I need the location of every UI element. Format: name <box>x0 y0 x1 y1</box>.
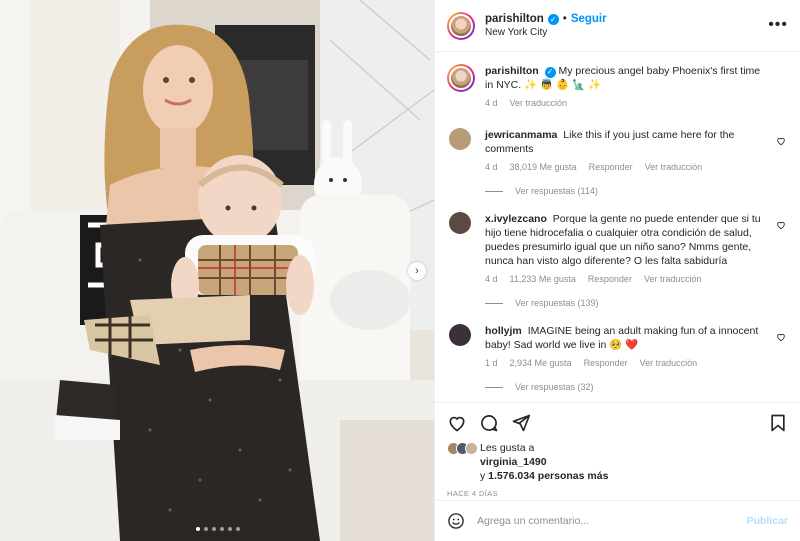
reply-button[interactable]: Responder <box>588 274 632 284</box>
view-replies-button[interactable]: Ver respuestas (32) <box>485 382 788 392</box>
caption-time: 4 d <box>485 98 498 108</box>
translate-link[interactable]: Ver traducción <box>640 358 698 368</box>
verified-badge-icon: ✓ <box>544 66 556 78</box>
likes-count[interactable]: 1.576.034 personas más <box>488 470 608 482</box>
likers-avatars[interactable] <box>447 442 478 455</box>
caption-username[interactable]: parishilton <box>485 65 539 77</box>
liker-username[interactable]: virginia_1490 <box>480 456 547 468</box>
view-replies-button[interactable]: Ver respuestas (139) <box>485 298 788 308</box>
like-heart-icon[interactable] <box>447 413 467 433</box>
carousel-indicator <box>196 527 240 531</box>
translate-link[interactable]: Ver traducción <box>644 274 702 284</box>
comment-text: IMAGINE being an adult making fun of a i… <box>485 325 759 351</box>
avatar[interactable] <box>447 11 475 40</box>
caption: parishilton ✓ My precious angel baby Pho… <box>447 64 788 108</box>
comment-username[interactable]: hollyjm <box>485 325 522 337</box>
carousel-dot <box>236 527 240 531</box>
reply-button[interactable]: Responder <box>589 162 633 172</box>
view-replies-button[interactable]: Ver respuestas (114) <box>485 186 788 196</box>
comment-time: 4 d <box>485 274 498 284</box>
comment-username[interactable]: x.ivylezcano <box>485 213 547 225</box>
reply-button[interactable]: Responder <box>584 358 628 368</box>
comment-input[interactable] <box>477 514 747 527</box>
more-options-icon[interactable]: ••• <box>768 16 788 34</box>
likes-and: y <box>480 470 486 482</box>
avatar[interactable] <box>447 64 475 92</box>
like-comment-heart-icon[interactable] <box>776 220 786 230</box>
share-send-icon[interactable] <box>511 413 531 433</box>
follow-button[interactable]: Seguir <box>571 13 607 25</box>
post-header: parishilton ✓ • Seguir New York City ••• <box>435 0 800 52</box>
translate-link[interactable]: Ver traducción <box>510 98 568 108</box>
likes-summary: Les gusta a virginia_1490 y 1.576.034 pe… <box>435 433 800 483</box>
like-comment-heart-icon[interactable] <box>776 136 786 146</box>
chevron-right-icon[interactable]: › <box>408 262 426 280</box>
view-replies-label: Ver respuestas (32) <box>515 382 594 392</box>
comments-list[interactable]: parishilton ✓ My precious angel baby Pho… <box>435 52 800 402</box>
post-detail-panel: parishilton ✓ • Seguir New York City •••… <box>434 0 800 541</box>
carousel-dot <box>212 527 216 531</box>
comment-time: 1 d <box>485 358 498 368</box>
location-link[interactable]: New York City <box>485 27 607 38</box>
comment-item: hollyjm IMAGINE being an adult making fu… <box>447 324 788 368</box>
comment-likes[interactable]: 2,934 Me gusta <box>510 358 572 368</box>
emoji-icon[interactable] <box>447 512 465 530</box>
post-photo[interactable]: › <box>0 0 434 541</box>
avatar[interactable] <box>449 212 471 234</box>
comment-likes[interactable]: 11,233 Me gusta <box>510 274 576 284</box>
view-replies-label: Ver respuestas (139) <box>515 298 599 308</box>
view-replies-label: Ver respuestas (114) <box>515 186 598 196</box>
posted-time: HACE 4 DÍAS <box>447 489 499 498</box>
post-actions: Les gusta a virginia_1490 y 1.576.034 pe… <box>435 402 800 540</box>
comment-item: x.ivylezcano Porque la gente no puede en… <box>447 212 788 284</box>
avatar[interactable] <box>449 128 471 150</box>
verified-badge-icon: ✓ <box>547 13 559 25</box>
avatar[interactable] <box>449 324 471 346</box>
likes-prefix: Les gusta a <box>480 442 535 454</box>
comment-username[interactable]: jewricanmama <box>485 129 557 141</box>
photo-illustration <box>0 0 434 541</box>
bookmark-icon[interactable] <box>768 413 788 433</box>
carousel-dot <box>228 527 232 531</box>
comment-bubble-icon[interactable] <box>479 413 499 433</box>
comment-item: jewricanmama Like this if you just came … <box>447 128 788 172</box>
publish-button[interactable]: Publicar <box>747 515 788 527</box>
carousel-dot <box>204 527 208 531</box>
carousel-dot <box>196 527 200 531</box>
separator-dot: • <box>562 13 567 25</box>
translate-link[interactable]: Ver traducción <box>645 162 703 172</box>
like-comment-heart-icon[interactable] <box>776 332 786 342</box>
comment-likes[interactable]: 38,019 Me gusta <box>510 162 577 172</box>
post-username[interactable]: parishilton <box>485 13 544 25</box>
add-comment-bar: Publicar <box>435 500 800 540</box>
carousel-dot <box>220 527 224 531</box>
comment-time: 4 d <box>485 162 498 172</box>
